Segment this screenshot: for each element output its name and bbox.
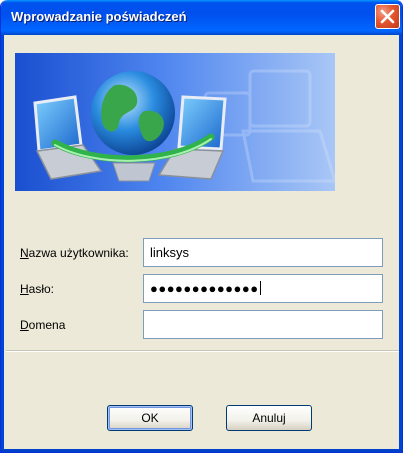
window-border-bottom	[1, 449, 402, 452]
text-caret	[259, 281, 261, 295]
close-button[interactable]	[375, 4, 400, 29]
password-label: Hasło:	[20, 282, 55, 296]
close-icon	[380, 9, 395, 24]
password-field[interactable]: ●●●●●●●●●●●●●	[143, 274, 383, 303]
divider	[6, 350, 399, 352]
window-border-left	[1, 35, 4, 452]
title-bar[interactable]: Wprowadzanie poświadczeń	[1, 0, 402, 35]
domain-label: Domena	[20, 318, 66, 332]
network-globe-banner	[15, 53, 335, 191]
credentials-dialog: Wprowadzanie poświadczeń Nazwa użytkowni…	[0, 0, 403, 453]
network-globe-icon	[33, 69, 335, 183]
username-label: Nazwa użytkownika:	[20, 246, 129, 260]
window-title: Wprowadzanie poświadczeń	[11, 9, 187, 24]
username-field[interactable]: linksys	[143, 238, 383, 267]
window-border-right	[399, 35, 402, 452]
domain-field[interactable]	[143, 310, 383, 339]
cancel-button[interactable]: Anuluj	[226, 405, 312, 431]
ok-button[interactable]: OK	[107, 405, 193, 431]
